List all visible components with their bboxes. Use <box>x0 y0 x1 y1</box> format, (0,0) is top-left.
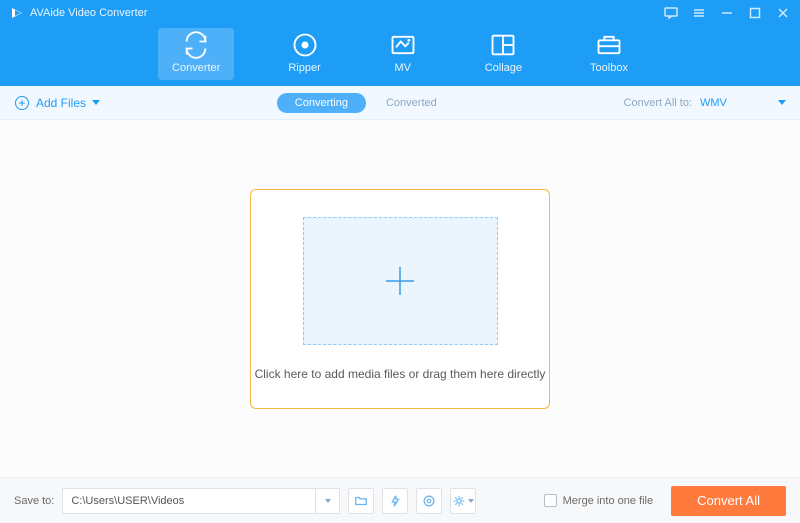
nav-mv[interactable]: MV <box>375 28 431 80</box>
drop-zone[interactable] <box>303 217 498 345</box>
chevron-down-icon <box>778 100 786 105</box>
app-logo-icon <box>10 6 24 20</box>
tab-converted[interactable]: Converted <box>376 93 447 113</box>
high-speed-button[interactable] <box>416 488 442 514</box>
save-path-field <box>62 488 340 514</box>
nav-collage[interactable]: Collage <box>471 28 536 80</box>
convert-all-button[interactable]: Convert All <box>671 486 786 516</box>
chevron-down-icon <box>325 499 331 503</box>
toolbox-icon <box>595 34 623 56</box>
mv-icon <box>389 34 417 56</box>
main-area: Click here to add media files or drag th… <box>0 120 800 477</box>
footer: Save to: Merge into one file Convert All <box>0 477 800 523</box>
format-value: WMV <box>700 97 727 109</box>
plus-icon <box>380 261 420 301</box>
minimize-icon[interactable] <box>720 6 734 20</box>
hardware-accel-button[interactable] <box>382 488 408 514</box>
nav-label: Collage <box>485 62 522 74</box>
merge-checkbox[interactable] <box>544 494 557 507</box>
toolbar: Add Files Converting Converted Convert A… <box>0 86 800 120</box>
drop-card[interactable]: Click here to add media files or drag th… <box>250 189 550 409</box>
save-to-label: Save to: <box>14 495 54 507</box>
nav-label: Toolbox <box>590 62 628 74</box>
nav-toolbox[interactable]: Toolbox <box>576 28 642 80</box>
nav-label: Ripper <box>288 62 320 74</box>
menu-icon[interactable] <box>692 6 706 20</box>
nav-label: Converter <box>172 62 220 74</box>
maximize-icon[interactable] <box>748 6 762 20</box>
nav-ripper[interactable]: Ripper <box>274 28 334 80</box>
feedback-icon[interactable] <box>664 6 678 20</box>
add-files-label: Add Files <box>36 96 86 110</box>
collage-icon <box>489 34 517 56</box>
close-icon[interactable] <box>776 6 790 20</box>
drop-hint: Click here to add media files or drag th… <box>255 367 546 381</box>
converter-icon <box>182 34 210 56</box>
save-path-dropdown[interactable] <box>315 489 339 513</box>
titlebar: AVAide Video Converter <box>0 0 800 26</box>
open-folder-button[interactable] <box>348 488 374 514</box>
add-files-button[interactable]: Add Files <box>14 95 100 111</box>
format-select[interactable]: WMV <box>700 97 786 109</box>
nav-label: MV <box>394 62 411 74</box>
merge-label: Merge into one file <box>563 495 654 507</box>
merge-toggle[interactable]: Merge into one file <box>544 494 654 507</box>
nav-converter[interactable]: Converter <box>158 28 234 80</box>
chevron-down-icon <box>468 499 474 503</box>
chevron-down-icon <box>92 100 100 105</box>
ripper-icon <box>291 34 319 56</box>
save-path-input[interactable] <box>63 495 315 507</box>
app-title: AVAide Video Converter <box>30 7 147 19</box>
convert-all-label: Convert All to: <box>624 97 692 109</box>
tab-converting[interactable]: Converting <box>277 93 366 113</box>
main-nav: Converter Ripper MV Collage Toolbox <box>0 26 800 86</box>
settings-button[interactable] <box>450 488 476 514</box>
